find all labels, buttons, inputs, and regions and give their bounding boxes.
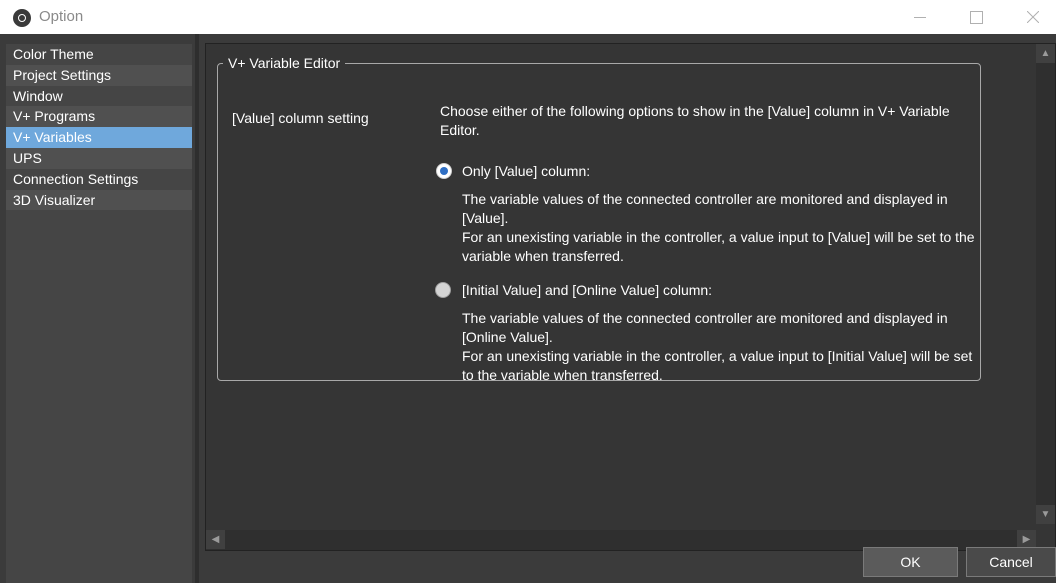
- sidebar-item-v-variables[interactable]: V+ Variables: [6, 127, 192, 148]
- scroll-up-icon[interactable]: ▲: [1036, 44, 1055, 63]
- panel-splitter[interactable]: [195, 34, 199, 583]
- only-value-column-description: The variable values of the connected con…: [462, 190, 987, 266]
- app-logo-icon: [13, 9, 31, 27]
- cancel-button[interactable]: Cancel: [966, 547, 1056, 577]
- initial-online-value-description: The variable values of the connected con…: [462, 309, 987, 385]
- settings-panel: V+ Variable Editor [Value] column settin…: [205, 43, 1056, 551]
- sidebar-item-window[interactable]: Window: [6, 86, 192, 107]
- only-value-column-label[interactable]: Only [Value] column:: [462, 163, 590, 179]
- only-value-column-radio[interactable]: [436, 163, 452, 179]
- sidebar-item-ups[interactable]: UPS: [6, 147, 192, 169]
- only-value-column-line2: For an unexisting variable in the contro…: [462, 229, 975, 264]
- window-title: Option: [39, 8, 84, 25]
- group-title: V+ Variable Editor: [223, 53, 346, 73]
- sidebar-item-v-programs[interactable]: V+ Programs: [6, 106, 192, 128]
- vertical-scrollbar[interactable]: ▲ ▼: [1036, 44, 1055, 524]
- sidebar-item-connection-settings[interactable]: Connection Settings: [6, 169, 192, 190]
- minimize-button[interactable]: [897, 0, 943, 34]
- sidebar-item-color-theme[interactable]: Color Theme: [6, 44, 192, 65]
- v-variable-editor-group: V+ Variable Editor [Value] column settin…: [217, 53, 981, 383]
- value-column-setting-label: [Value] column setting: [232, 110, 369, 126]
- ok-button[interactable]: OK: [863, 547, 958, 577]
- initial-online-value-label[interactable]: [Initial Value] and [Online Value] colum…: [462, 282, 712, 298]
- sidebar-item-project-settings[interactable]: Project Settings: [6, 64, 192, 86]
- options-category-list: Color Theme Project Settings Window V+ P…: [6, 44, 192, 583]
- close-button[interactable]: [1010, 0, 1056, 34]
- scroll-down-icon[interactable]: ▼: [1036, 505, 1055, 524]
- dialog-client-area: Color Theme Project Settings Window V+ P…: [0, 34, 1056, 583]
- only-value-column-line1: The variable values of the connected con…: [462, 191, 948, 226]
- maximize-button[interactable]: [954, 0, 1000, 34]
- initial-online-value-line1: The variable values of the connected con…: [462, 310, 948, 345]
- initial-online-value-line2: For an unexisting variable in the contro…: [462, 348, 973, 383]
- initial-online-value-radio[interactable]: [435, 282, 451, 298]
- close-icon: [1027, 11, 1039, 23]
- setting-description: Choose either of the following options t…: [440, 103, 950, 138]
- sidebar-item-3d-visualizer[interactable]: 3D Visualizer: [6, 189, 192, 211]
- scroll-left-icon[interactable]: ◀: [206, 530, 225, 549]
- title-bar: Option: [0, 0, 1056, 34]
